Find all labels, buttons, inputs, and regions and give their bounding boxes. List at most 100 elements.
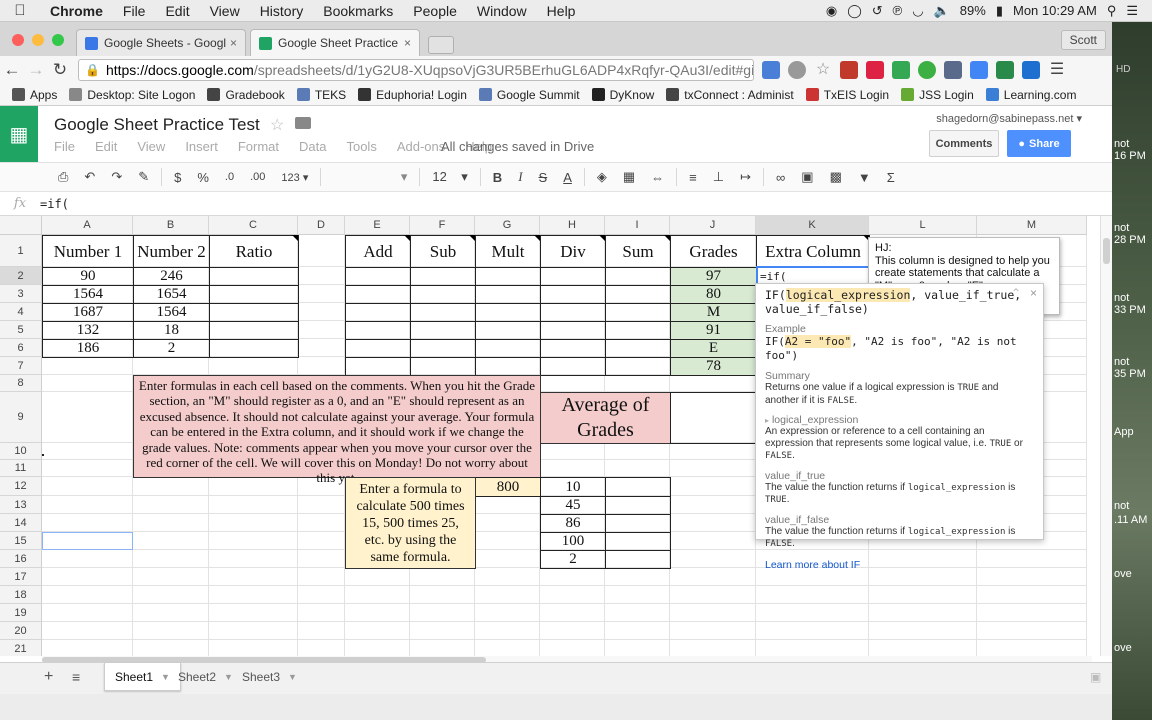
empty-bordered-cell[interactable] xyxy=(540,303,606,322)
notification-icon[interactable]: ☰ xyxy=(1126,3,1138,19)
key-icon[interactable] xyxy=(788,61,806,79)
menu-view[interactable]: View xyxy=(137,139,165,154)
desktop-file-label[interactable]: .11 AM xyxy=(1114,514,1147,526)
vertical-scrollbar[interactable] xyxy=(1100,216,1112,656)
borders-icon[interactable]: ▦ xyxy=(615,169,643,185)
cell-g12[interactable]: 800 xyxy=(475,477,541,497)
paint-format-icon[interactable]: ✎ xyxy=(130,169,157,185)
add-extension-icon[interactable] xyxy=(918,61,936,79)
bookmark-item[interactable]: Learning.com xyxy=(985,88,1076,102)
menu-file[interactable]: File xyxy=(113,3,156,19)
desktop-file-label[interactable]: ove xyxy=(1114,568,1132,580)
horizontal-align-icon[interactable]: ≡ xyxy=(681,170,705,185)
row-header[interactable]: 11 xyxy=(0,460,42,477)
ratio-cell[interactable] xyxy=(209,321,299,340)
accessibility-icon[interactable]: ◯ xyxy=(847,3,862,19)
spotlight-icon[interactable]: ⚲ xyxy=(1107,3,1117,19)
desktop-file-label[interactable]: not xyxy=(1114,222,1129,234)
empty-bordered-cell[interactable] xyxy=(605,285,671,304)
column-header[interactable]: D xyxy=(298,216,345,235)
row-header[interactable]: 6 xyxy=(0,339,42,357)
chrome-menu-icon[interactable]: ☰ xyxy=(1048,61,1066,79)
comment-indicator-icon[interactable] xyxy=(404,235,410,241)
menu-data[interactable]: Data xyxy=(299,139,326,154)
desktop-file-label[interactable]: ove xyxy=(1114,642,1132,654)
menu-chrome[interactable]: Chrome xyxy=(40,3,113,19)
empty-bordered-cell[interactable] xyxy=(540,285,606,304)
row-header[interactable]: 5 xyxy=(0,321,42,339)
bold-icon[interactable]: B xyxy=(485,170,510,185)
i-result-cell[interactable] xyxy=(605,550,671,569)
column-header[interactable]: G xyxy=(475,216,540,235)
font-size-dropdown[interactable]: 12 ▾ xyxy=(424,169,475,185)
empty-bordered-cell[interactable] xyxy=(540,357,606,376)
row-header[interactable]: 2 xyxy=(0,267,42,285)
empty-bordered-cell[interactable] xyxy=(345,321,411,340)
row-header[interactable]: 3 xyxy=(0,285,42,303)
merge-cells-icon[interactable]: ⇔ xyxy=(643,170,672,185)
decrease-decimal-icon[interactable]: .0 xyxy=(217,171,242,183)
empty-bordered-cell[interactable] xyxy=(540,267,606,286)
menu-file[interactable]: File xyxy=(54,139,75,154)
undo-icon[interactable]: ↶ xyxy=(76,169,103,185)
empty-bordered-cell[interactable] xyxy=(475,321,541,340)
document-title[interactable]: Google Sheet Practice Test xyxy=(54,115,260,135)
header-b1[interactable]: Number 2 xyxy=(133,235,210,268)
close-window-button[interactable] xyxy=(12,34,24,46)
tab-google-sheets[interactable]: Google Sheets - Google Dr × xyxy=(76,29,246,56)
i-result-cell[interactable] xyxy=(605,477,671,497)
menu-help[interactable]: Help xyxy=(537,3,586,19)
user-email[interactable]: shagedorn@sabinepass.net ▾ xyxy=(936,112,1082,125)
row-header[interactable]: 8 xyxy=(0,375,42,392)
empty-bordered-cell[interactable] xyxy=(475,267,541,286)
empty-bordered-cell[interactable] xyxy=(345,339,411,358)
extension-icon[interactable] xyxy=(996,61,1014,79)
extension-icon[interactable] xyxy=(840,61,858,79)
h-value-cell[interactable]: 100 xyxy=(540,532,606,551)
desktop-file-label[interactable]: 35 PM xyxy=(1114,368,1146,380)
filter-icon[interactable]: ▼ xyxy=(850,170,879,185)
chevron-down-icon[interactable]: ▼ xyxy=(288,672,297,682)
battery-percent[interactable]: 89% xyxy=(960,3,986,18)
bookmark-item[interactable]: Apps xyxy=(12,88,57,102)
bookmark-item[interactable]: TxEIS Login xyxy=(805,88,889,102)
row-header[interactable]: 1 xyxy=(0,235,42,267)
header-k1[interactable]: Extra Column xyxy=(756,235,870,268)
menu-format[interactable]: Format xyxy=(238,139,279,154)
desktop-file-label[interactable]: 33 PM xyxy=(1114,304,1146,316)
empty-bordered-cell[interactable] xyxy=(345,285,411,304)
h-value-cell[interactable]: 2 xyxy=(540,550,606,569)
bookmark-item[interactable]: Gradebook xyxy=(207,88,285,102)
currency-icon[interactable]: $ xyxy=(166,170,189,185)
redo-icon[interactable]: ↷ xyxy=(103,169,130,185)
comment-indicator-icon[interactable] xyxy=(469,235,475,241)
comment-indicator-icon[interactable] xyxy=(599,235,605,241)
row-header[interactable]: 16 xyxy=(0,550,42,568)
wifi-icon[interactable]: ◡ xyxy=(912,3,923,19)
select-all-corner[interactable] xyxy=(0,216,42,235)
strikethrough-icon[interactable]: S xyxy=(531,170,556,185)
comment-indicator-icon[interactable] xyxy=(534,235,540,241)
header-i1[interactable]: Sum xyxy=(605,235,671,268)
empty-bordered-cell[interactable] xyxy=(605,357,671,376)
ratio-cell[interactable] xyxy=(209,339,299,358)
desktop-file-label[interactable]: not xyxy=(1114,292,1129,304)
empty-bordered-cell[interactable] xyxy=(475,303,541,322)
h-value-cell[interactable]: 10 xyxy=(540,477,606,497)
text-wrap-icon[interactable]: ↦ xyxy=(732,169,759,185)
learn-more-link[interactable]: Learn more about IF xyxy=(765,559,1034,571)
empty-bordered-cell[interactable] xyxy=(345,303,411,322)
empty-bordered-cell[interactable] xyxy=(475,339,541,358)
all-sheets-icon[interactable]: ≡ xyxy=(62,663,90,691)
number2-cell[interactable]: 1654 xyxy=(133,285,210,304)
row-header[interactable]: 10 xyxy=(0,443,42,460)
maximize-window-button[interactable] xyxy=(52,34,64,46)
column-header[interactable]: E xyxy=(345,216,410,235)
row-header[interactable]: 18 xyxy=(0,586,42,604)
record-icon[interactable]: ◉ xyxy=(826,3,837,19)
empty-bordered-cell[interactable] xyxy=(410,357,476,376)
number2-cell[interactable]: 1564 xyxy=(133,303,210,322)
minimize-window-button[interactable] xyxy=(32,34,44,46)
number2-cell[interactable]: 18 xyxy=(133,321,210,340)
menu-tools[interactable]: Tools xyxy=(346,139,376,154)
